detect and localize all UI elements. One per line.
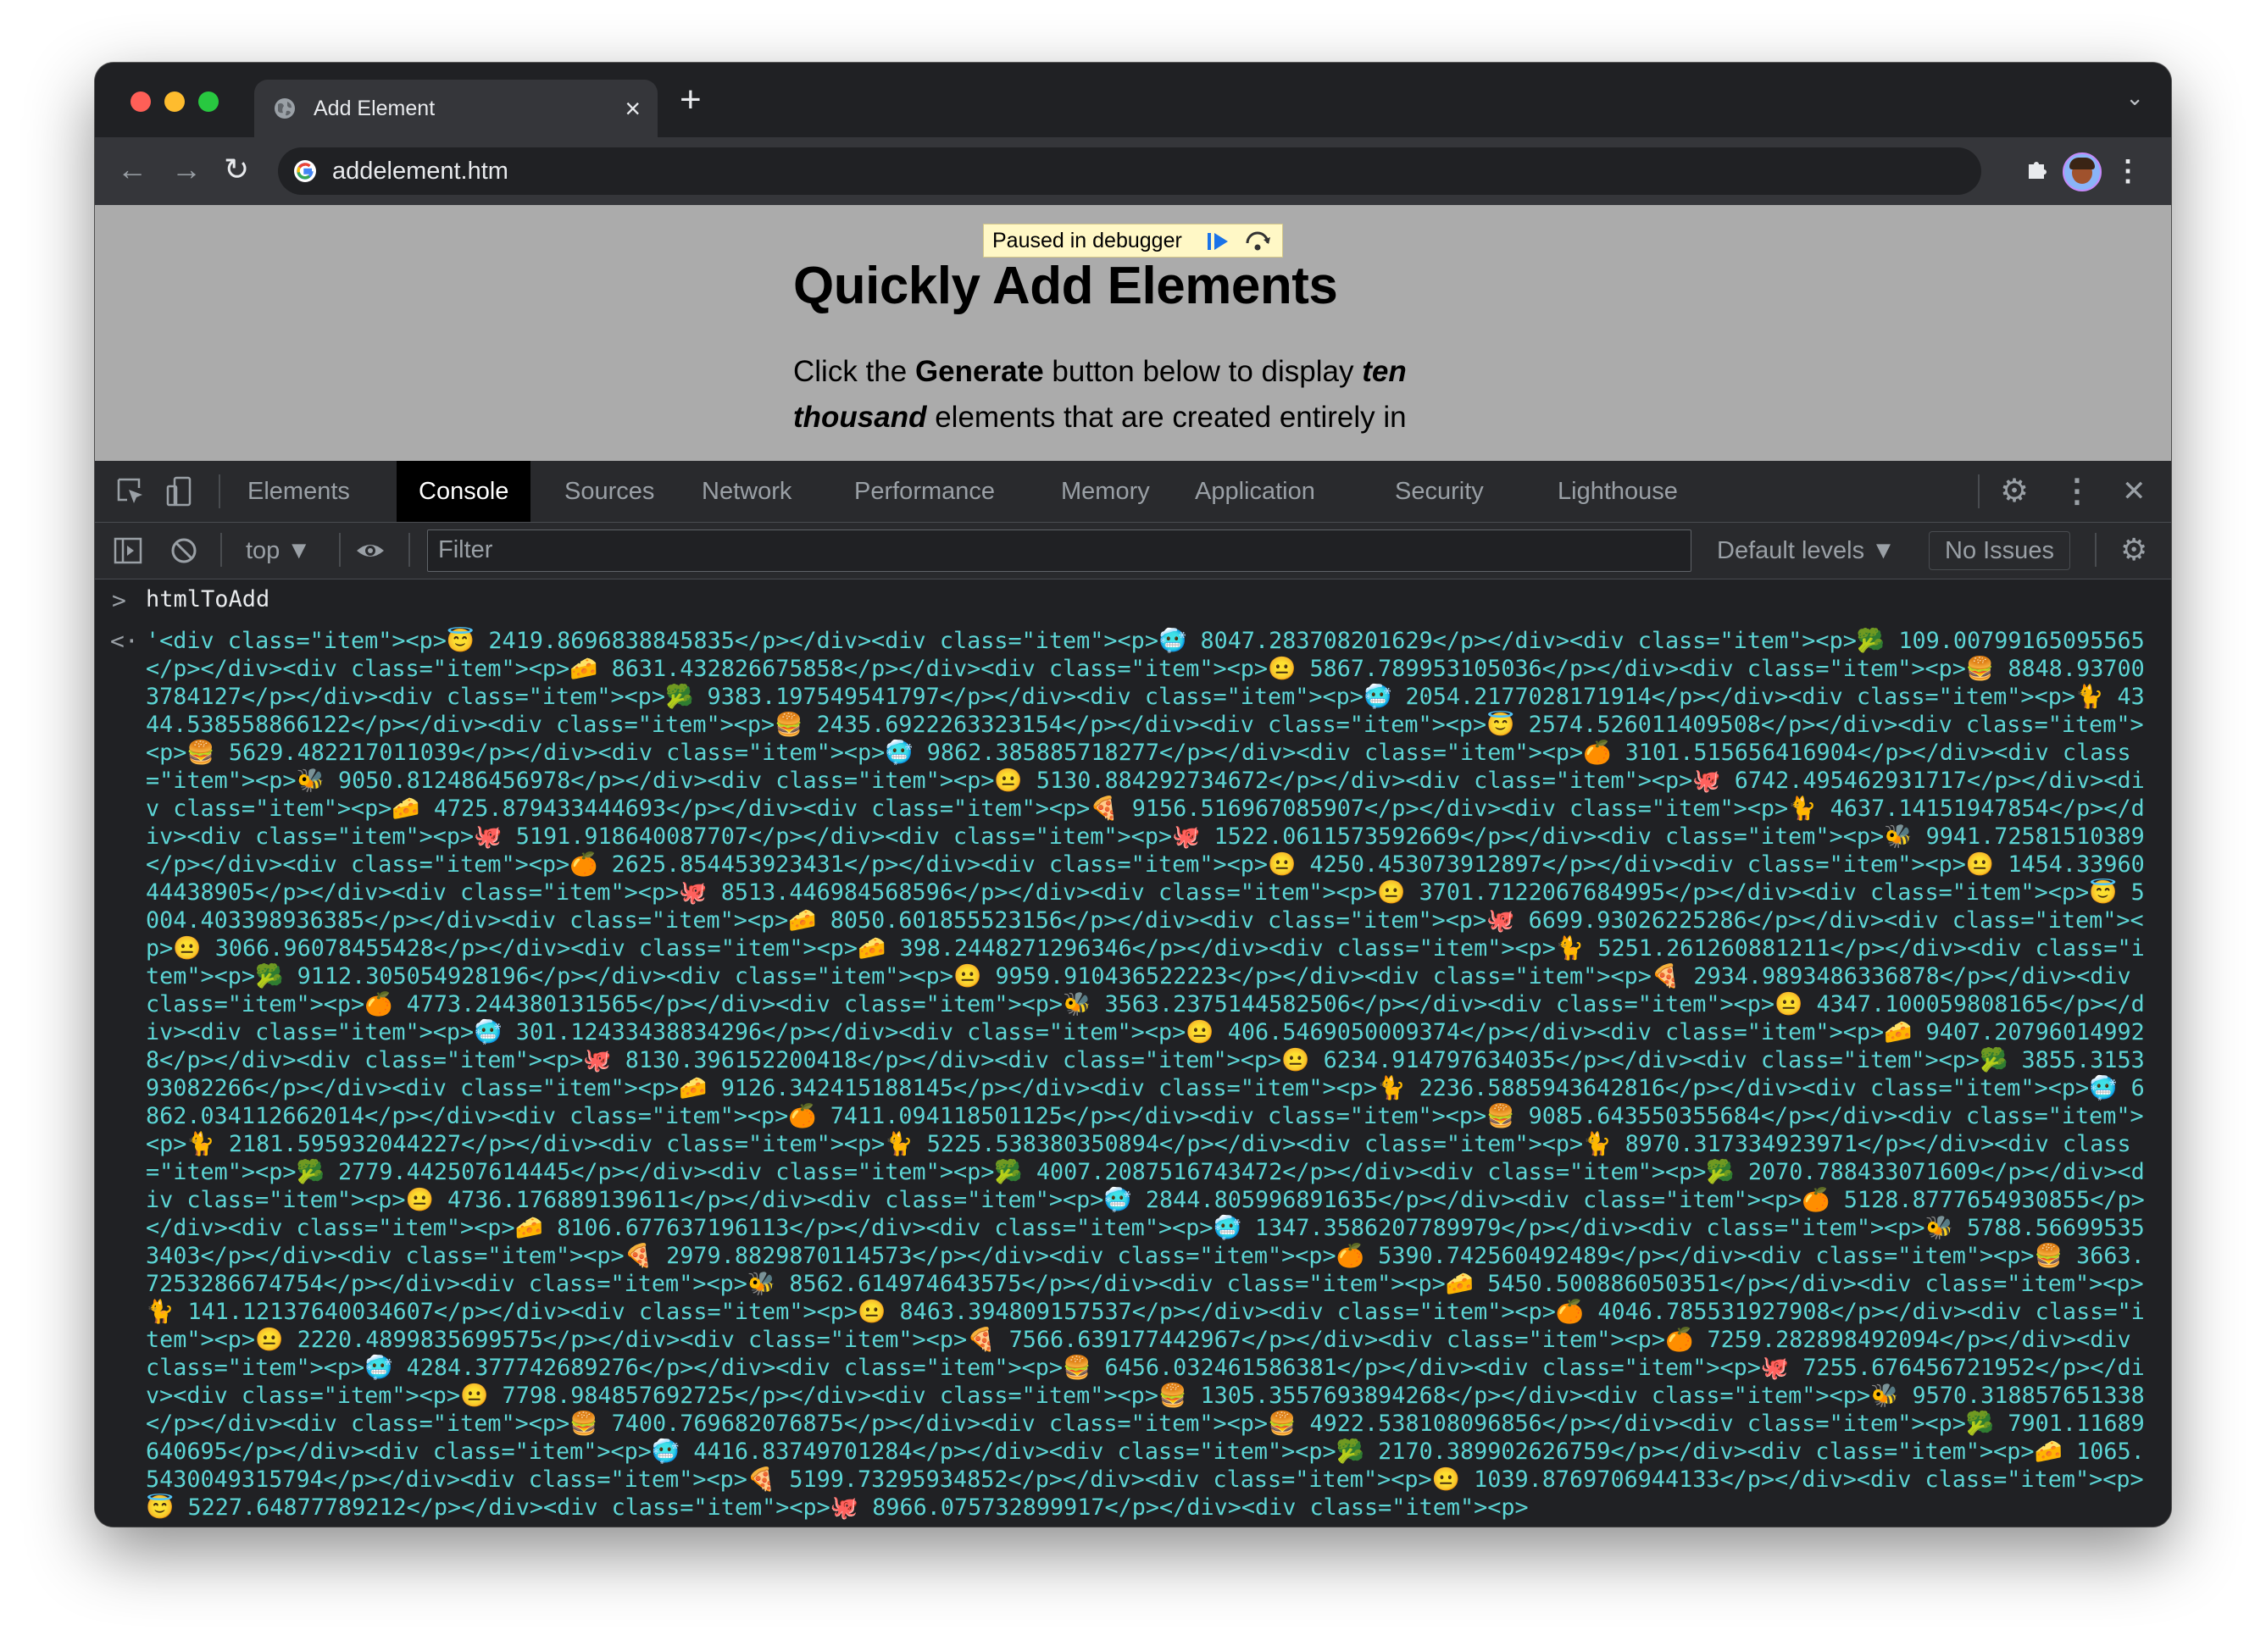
context-selector[interactable]: top ▼ xyxy=(246,535,311,567)
maximize-window-button[interactable] xyxy=(198,91,219,112)
address-bar[interactable]: addelement.htm xyxy=(278,147,1981,195)
debugger-banner-text: Paused in debugger xyxy=(992,229,1182,252)
gear-icon[interactable]: ⚙ xyxy=(2000,473,2029,510)
tab-add-element[interactable]: Add Element × xyxy=(254,80,658,137)
tab-application[interactable]: Application xyxy=(1173,461,1337,522)
intro-text-1: Click the xyxy=(793,355,915,388)
minimize-window-button[interactable] xyxy=(164,91,185,112)
toolbar-divider xyxy=(1978,474,1980,508)
tab-title: Add Element xyxy=(314,97,436,120)
browser-menu-button[interactable]: ⋮ xyxy=(2113,154,2142,188)
toolbar-divider xyxy=(339,533,341,567)
filter-placeholder: Filter xyxy=(438,536,493,563)
gear-icon[interactable]: ⚙ xyxy=(2120,531,2147,568)
close-devtools-button[interactable]: ✕ xyxy=(2122,473,2147,510)
page-title: Quickly Add Elements xyxy=(793,257,1338,315)
tab-security[interactable]: Security xyxy=(1373,461,1506,522)
resume-icon[interactable] xyxy=(1206,231,1231,252)
reload-button[interactable]: ↻ xyxy=(224,149,249,190)
console-command: htmlToAdd xyxy=(146,586,270,613)
google-icon xyxy=(294,160,316,182)
inspect-icon[interactable] xyxy=(114,474,147,508)
extensions-icon[interactable] xyxy=(2025,156,2051,181)
tab-bar: Add Element × + ⌄ xyxy=(95,63,2171,137)
clear-console-icon[interactable] xyxy=(168,535,200,567)
toolbar-divider xyxy=(408,533,410,567)
issues-button[interactable]: No Issues xyxy=(1929,531,2070,570)
browser-toolbar: ← → ↻ addelement.htm ⋮ xyxy=(95,137,2171,205)
filter-input[interactable]: Filter xyxy=(427,529,1691,572)
tab-close-button[interactable]: × xyxy=(625,91,641,125)
close-window-button[interactable] xyxy=(131,91,151,112)
console-output[interactable]: > htmlToAdd <· '<div class="item"><p>😇 2… xyxy=(95,579,2171,1527)
devtools-tab-bar: Elements Console Sources Network Perform… xyxy=(95,461,2171,523)
page-viewport: Paused in debugger Quickly Add Elements … xyxy=(95,205,2171,461)
step-over-icon[interactable] xyxy=(1243,230,1272,252)
intro-text-3: elements that are created entirely in xyxy=(926,401,1407,434)
intro-generate-bold: Generate xyxy=(914,355,1044,388)
globe-icon xyxy=(275,98,295,119)
tab-sources[interactable]: Sources xyxy=(542,461,676,522)
url-text: addelement.htm xyxy=(332,158,508,185)
back-button[interactable]: ← xyxy=(117,149,147,190)
toolbar-divider xyxy=(220,533,222,567)
console-result-string: '<div class="item"><p>😇 2419.86968388458… xyxy=(146,628,2145,1521)
toolbar-divider xyxy=(2095,533,2097,567)
device-toggle-icon[interactable] xyxy=(163,474,197,508)
devtools-panel: Elements Console Sources Network Perform… xyxy=(95,461,2171,1527)
tab-elements[interactable]: Elements xyxy=(225,461,372,522)
avatar[interactable] xyxy=(2063,152,2102,191)
intro-text-2: button below to display xyxy=(1043,355,1363,388)
tab-network[interactable]: Network xyxy=(680,461,814,522)
input-prompt: > xyxy=(112,586,126,614)
forward-button[interactable]: → xyxy=(171,149,202,190)
page-intro: Click the Generate button below to displ… xyxy=(793,349,1437,441)
tab-memory[interactable]: Memory xyxy=(1039,461,1172,522)
tab-performance[interactable]: Performance xyxy=(832,461,1017,522)
browser-window: Add Element × + ⌄ ← → ↻ addelement.htm ⋮… xyxy=(95,63,2171,1527)
avatar-hair xyxy=(2069,158,2095,169)
new-tab-button[interactable]: + xyxy=(680,81,702,119)
tab-lighthouse[interactable]: Lighthouse xyxy=(1536,461,1700,522)
tab-search-button[interactable]: ⌄ xyxy=(2125,85,2144,111)
tab-console[interactable]: Console xyxy=(397,461,531,522)
log-levels-dropdown[interactable]: Default levels ▼ xyxy=(1717,535,1896,567)
sidebar-toggle-icon[interactable] xyxy=(112,535,144,567)
eye-icon[interactable] xyxy=(354,535,386,567)
toolbar-divider xyxy=(219,474,220,508)
debugger-banner: Paused in debugger xyxy=(983,224,1283,258)
devtools-menu-button[interactable]: ⋮ xyxy=(2061,473,2093,510)
console-toolbar: top ▼ Filter Default levels ▼ No Issues … xyxy=(95,523,2171,579)
output-prompt: <· xyxy=(110,627,139,655)
